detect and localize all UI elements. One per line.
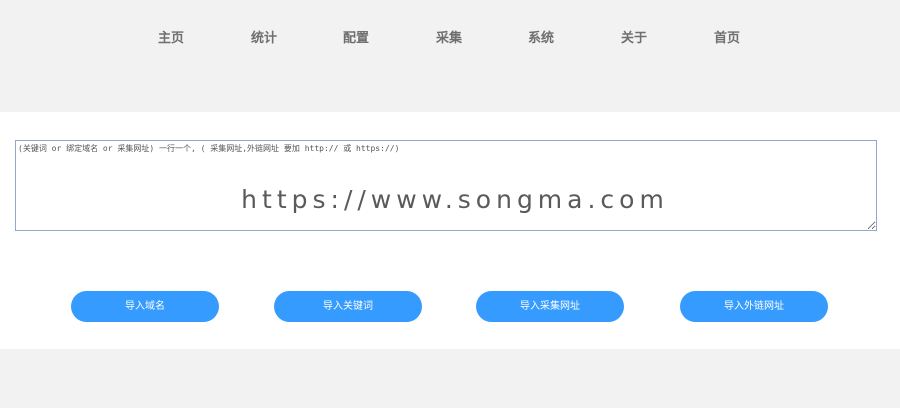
nav-item-config[interactable]: 配置 (343, 27, 369, 46)
import-collect-url-button[interactable]: 导入采集网址 (476, 291, 624, 322)
nav-item-about[interactable]: 关于 (621, 27, 647, 46)
nav-item-home[interactable]: 主页 (158, 27, 184, 46)
import-textarea[interactable] (15, 140, 877, 231)
import-keywords-button[interactable]: 导入关键词 (274, 291, 422, 322)
nav-item-system[interactable]: 系统 (528, 27, 554, 46)
nav-item-collect[interactable]: 采集 (436, 27, 462, 46)
nav-item-stats[interactable]: 统计 (251, 27, 277, 46)
import-domain-button[interactable]: 导入域名 (71, 291, 219, 322)
nav-item-index[interactable]: 首页 (714, 27, 740, 46)
import-panel: https://www.songma.com 导入域名 导入关键词 导入采集网址… (0, 112, 900, 349)
top-nav: 主页 统计 配置 采集 系统 关于 首页 (0, 0, 900, 112)
import-external-link-button[interactable]: 导入外链网址 (680, 291, 828, 322)
